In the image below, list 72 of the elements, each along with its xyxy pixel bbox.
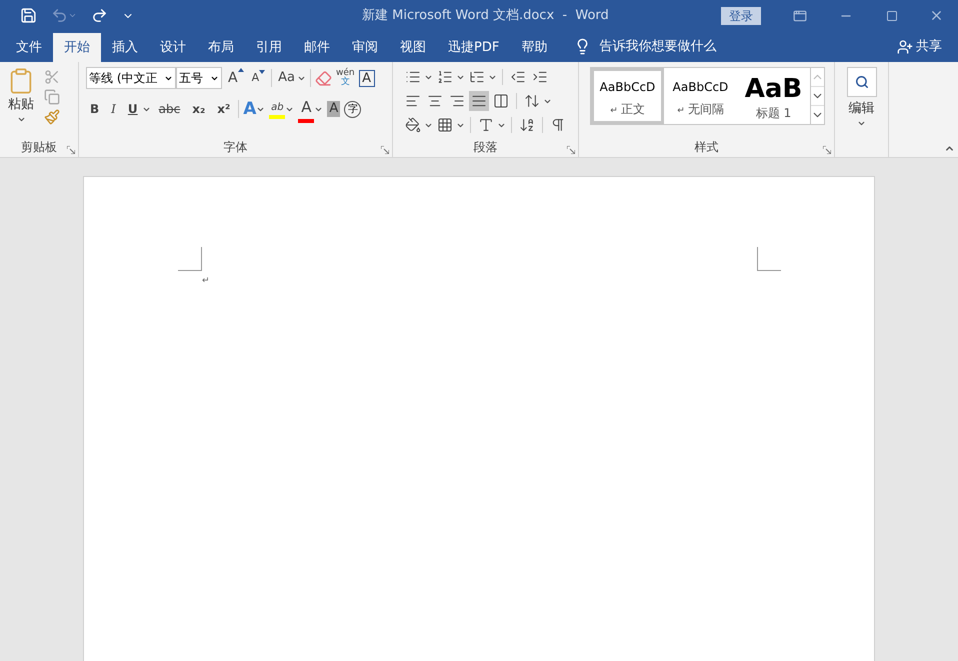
character-border-button[interactable]: A <box>358 70 375 86</box>
align-right-icon <box>449 93 465 109</box>
align-center-icon <box>427 93 443 109</box>
grow-font-button[interactable]: A <box>226 68 246 88</box>
sign-in-button[interactable]: 登录 <box>721 6 761 24</box>
bold-button[interactable]: B <box>86 100 104 118</box>
underline-button[interactable]: U <box>124 100 142 118</box>
ribbon-tab[interactable]: 审阅 <box>341 33 389 62</box>
window-title: 新建 Microsoft Word 文档.docx - Word <box>362 7 609 25</box>
ribbon-tab[interactable]: 视图 <box>389 33 437 62</box>
line-spacing-icon <box>524 93 540 109</box>
ribbon-tab[interactable]: 文件 <box>5 33 53 62</box>
shading-icon <box>405 117 421 133</box>
strike-button[interactable]: abc <box>154 100 184 118</box>
highlight-button[interactable]: ab <box>269 100 286 119</box>
margin-corner <box>178 247 202 271</box>
ribbon-tab[interactable]: 插入 <box>101 33 149 62</box>
decrease-indent-icon <box>510 69 526 85</box>
ribbon-tab[interactable]: 开始 <box>53 33 101 62</box>
shading-button[interactable] <box>403 115 423 135</box>
paste-button[interactable]: 粘贴 <box>4 67 38 137</box>
dialog-launcher-icon[interactable] <box>567 146 575 154</box>
search-icon <box>854 75 868 89</box>
font-size-field[interactable]: 五号 <box>176 67 222 89</box>
save-icon[interactable] <box>20 7 37 24</box>
numbering-icon <box>437 69 453 85</box>
multilevel-list-icon <box>469 69 485 85</box>
group-label: 剪贴板 <box>21 139 57 156</box>
person-add-icon <box>897 38 913 54</box>
dialog-launcher-icon[interactable] <box>823 146 831 154</box>
sub-button[interactable]: x₂ <box>188 100 210 118</box>
ribbon-tab[interactable]: 设计 <box>149 33 197 62</box>
paragraph-mark: ↵ <box>202 275 210 288</box>
editing-button[interactable]: 编辑 <box>846 67 876 128</box>
ribbon-tab[interactable]: 引用 <box>245 33 293 62</box>
font-name-field[interactable]: 等线 (中文正 <box>86 67 176 89</box>
group-label: 段落 <box>474 139 498 156</box>
dialog-launcher-icon[interactable] <box>381 146 389 154</box>
char-shading-button[interactable]: A <box>327 101 340 118</box>
phonetic-guide-button[interactable]: wén 文 <box>336 69 355 87</box>
borders-icon <box>437 117 453 133</box>
text-effect-button[interactable]: A <box>243 96 256 122</box>
eraser-icon[interactable] <box>314 70 332 86</box>
align-justify-button[interactable] <box>469 91 489 111</box>
change-case-button[interactable]: Aa <box>276 68 297 88</box>
tell-me-field[interactable]: 告诉我你想要做什么 <box>599 36 716 56</box>
ribbon-tab[interactable]: 邮件 <box>293 33 341 62</box>
show-marks-icon <box>550 117 566 133</box>
style-item[interactable]: AaBbCcD ↵ 正文 <box>591 68 664 124</box>
font-color-button[interactable]: A <box>298 96 314 122</box>
ribbon-tab[interactable]: 迅捷PDF <box>437 33 510 62</box>
align-left-icon <box>405 93 421 109</box>
share-button[interactable]: 共享 <box>897 31 942 62</box>
enclose-button[interactable]: 字 <box>344 100 362 118</box>
down-triangle-icon <box>259 70 266 74</box>
redo-icon[interactable] <box>91 7 108 24</box>
group-label: 样式 <box>694 139 718 156</box>
shrink-font-button[interactable]: A <box>250 70 268 86</box>
sort-icon <box>519 117 535 133</box>
maximize-icon[interactable] <box>886 10 898 22</box>
align-justify-icon <box>471 93 487 109</box>
increase-indent-icon <box>532 69 548 85</box>
italic-button[interactable]: I <box>107 100 120 118</box>
up-triangle-icon <box>238 68 244 72</box>
ribbon-tab[interactable]: 布局 <box>197 33 245 62</box>
group-label: 字体 <box>224 139 248 156</box>
margin-corner <box>757 247 781 271</box>
ribbon-tab[interactable]: 帮助 <box>510 33 558 62</box>
ribbon-display-icon[interactable] <box>793 8 807 22</box>
dialog-launcher-icon[interactable] <box>67 146 75 154</box>
sup-button[interactable]: x² <box>213 100 234 118</box>
close-icon[interactable] <box>929 8 944 23</box>
